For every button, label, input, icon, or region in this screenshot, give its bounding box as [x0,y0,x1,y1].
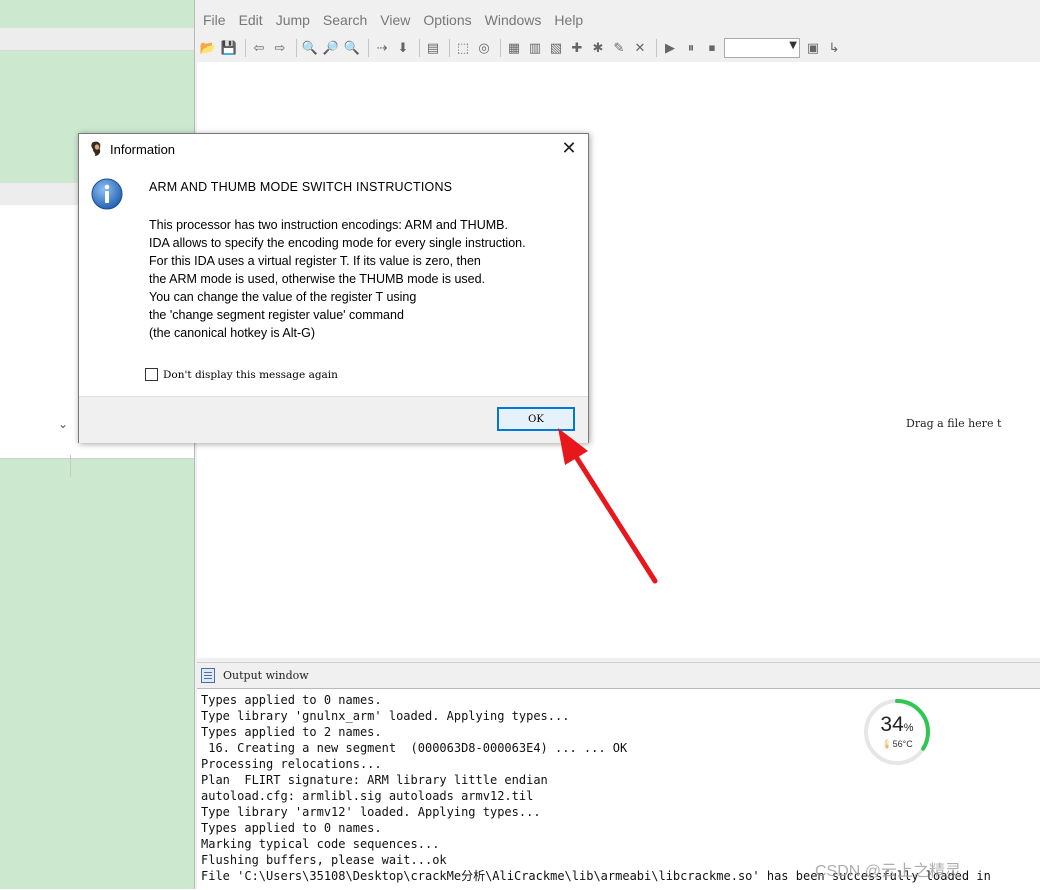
dont-display-again-option[interactable]: Don't display this message again [145,368,338,381]
dont-display-again-label[interactable]: Don't display this message again [163,369,338,381]
output-line: autoload.cfg: armlibl.sig autoloads armv… [201,789,534,803]
output-line: Types applied to 0 names. [201,821,382,835]
chevron-down-icon: ▼ [789,40,797,51]
menu-options[interactable]: Options [423,12,471,32]
menu-file[interactable]: File [203,12,226,32]
find-text-icon[interactable]: 🔍 [301,39,319,57]
toolbar-separator [245,39,246,57]
play-icon[interactable]: ▶ [661,39,679,57]
debugger-select[interactable]: ▼ [724,38,800,58]
message-line: You can change the value of the register… [149,290,417,304]
dialog-title: Information [110,142,176,157]
toolbar-separator [656,39,657,57]
find-next-icon[interactable]: ⇢ [373,39,391,57]
enums-icon[interactable]: ▥ [526,39,544,57]
find-imm-icon[interactable]: 🔍 [343,39,361,57]
open-icon[interactable]: 📂 [199,39,217,57]
output-window-title: Output window [223,668,309,682]
chevron-down-icon[interactable]: ⌄ [58,417,68,431]
gauge-temperature: 🌡56°C [881,739,913,749]
message-line: (the canonical hotkey is Alt-G) [149,326,316,340]
dialog-body: ARM AND THUMB MODE SWITCH INSTRUCTIONS T… [79,164,588,396]
message-line: For this IDA uses a virtual register T. … [149,254,481,268]
background-strip [0,28,194,51]
message-line: the ARM mode is used, otherwise the THUM… [149,272,486,286]
output-line: Plan FLIRT signature: ARM library little… [201,773,548,787]
save-icon[interactable]: 💾 [220,39,238,57]
ida-logo-icon [91,141,101,156]
disk-icon[interactable]: ◎ [475,39,493,57]
menu-view[interactable]: View [380,12,410,32]
add-icon[interactable]: ✚ [568,39,586,57]
debug-icon[interactable]: ✱ [589,39,607,57]
graph-icon[interactable]: ▤ [424,39,442,57]
output-line: Marking typical code sequences... [201,837,440,851]
close-icon[interactable]: ✕ [559,138,579,159]
thermometer-icon: 🌡 [881,739,893,749]
output-line: Type library 'armv12' loaded. Applying t… [201,805,541,819]
message-line: This processor has two instruction encod… [149,218,508,232]
ok-button[interactable]: OK [497,407,575,431]
message-line: the 'change segment register value' comm… [149,308,404,322]
cpu-usage-gauge[interactable]: 34% 🌡56°C [862,697,932,767]
toolbar: 📂 💾 ⇦ ⇨ 🔍 🔎 🔍 ⇢ ⬇ ▤ ⬚ ◎ ▦ ▥ ▧ ✚ ✱ ✎ ✕ ▶ ⏸ ⏹ ▼ ▣ ↳ [199,36,846,60]
menu-edit[interactable]: Edit [239,12,263,32]
close-x-icon[interactable]: ✕ [631,39,649,57]
output-window-icon [201,667,215,683]
watermark: CSDN @云上之精灵 [815,863,962,880]
back-icon[interactable]: ⇦ [250,39,268,57]
stop-icon[interactable]: ⏹ [703,39,721,57]
dialog-footer: OK [79,396,588,443]
menu-help[interactable]: Help [554,12,583,32]
toolbar-separator [368,39,369,57]
dialog-message: This processor has two instruction encod… [149,216,526,342]
attach-icon[interactable]: ▣ [804,39,822,57]
down-icon[interactable]: ⬇ [394,39,412,57]
divider [70,455,71,477]
step-icon[interactable]: ↳ [825,39,843,57]
edit-icon[interactable]: ✎ [610,39,628,57]
structs-icon[interactable]: ▦ [505,39,523,57]
hex-icon[interactable]: ⬚ [454,39,472,57]
menu-search[interactable]: Search [323,12,367,32]
forward-icon[interactable]: ⇨ [271,39,289,57]
find-binary-icon[interactable]: 🔎 [322,39,340,57]
toolbar-separator [500,39,501,57]
info-icon [91,178,123,210]
drag-file-hint: Drag a file here t [906,417,1002,430]
message-line: IDA allows to specify the encoding mode … [149,236,526,250]
dialog-heading: ARM AND THUMB MODE SWITCH INSTRUCTIONS [149,180,453,194]
menu-windows[interactable]: Windows [485,12,542,32]
toolbar-separator [296,39,297,57]
dont-display-again-checkbox[interactable] [145,368,158,381]
information-dialog: Information ✕ ARM AND THUMB MODE SWITCH … [78,133,589,443]
names-icon[interactable]: ▧ [547,39,565,57]
output-window-titlebar: Output window [197,662,1040,687]
toolbar-separator [419,39,420,57]
pause-icon[interactable]: ⏸ [682,39,700,57]
toolbar-separator [449,39,450,57]
menu-jump[interactable]: Jump [276,12,310,32]
dialog-titlebar: Information ✕ [79,134,588,164]
gauge-percent: 34% [880,713,914,736]
menu-bar: File Edit Jump Search View Options Windo… [203,12,596,32]
